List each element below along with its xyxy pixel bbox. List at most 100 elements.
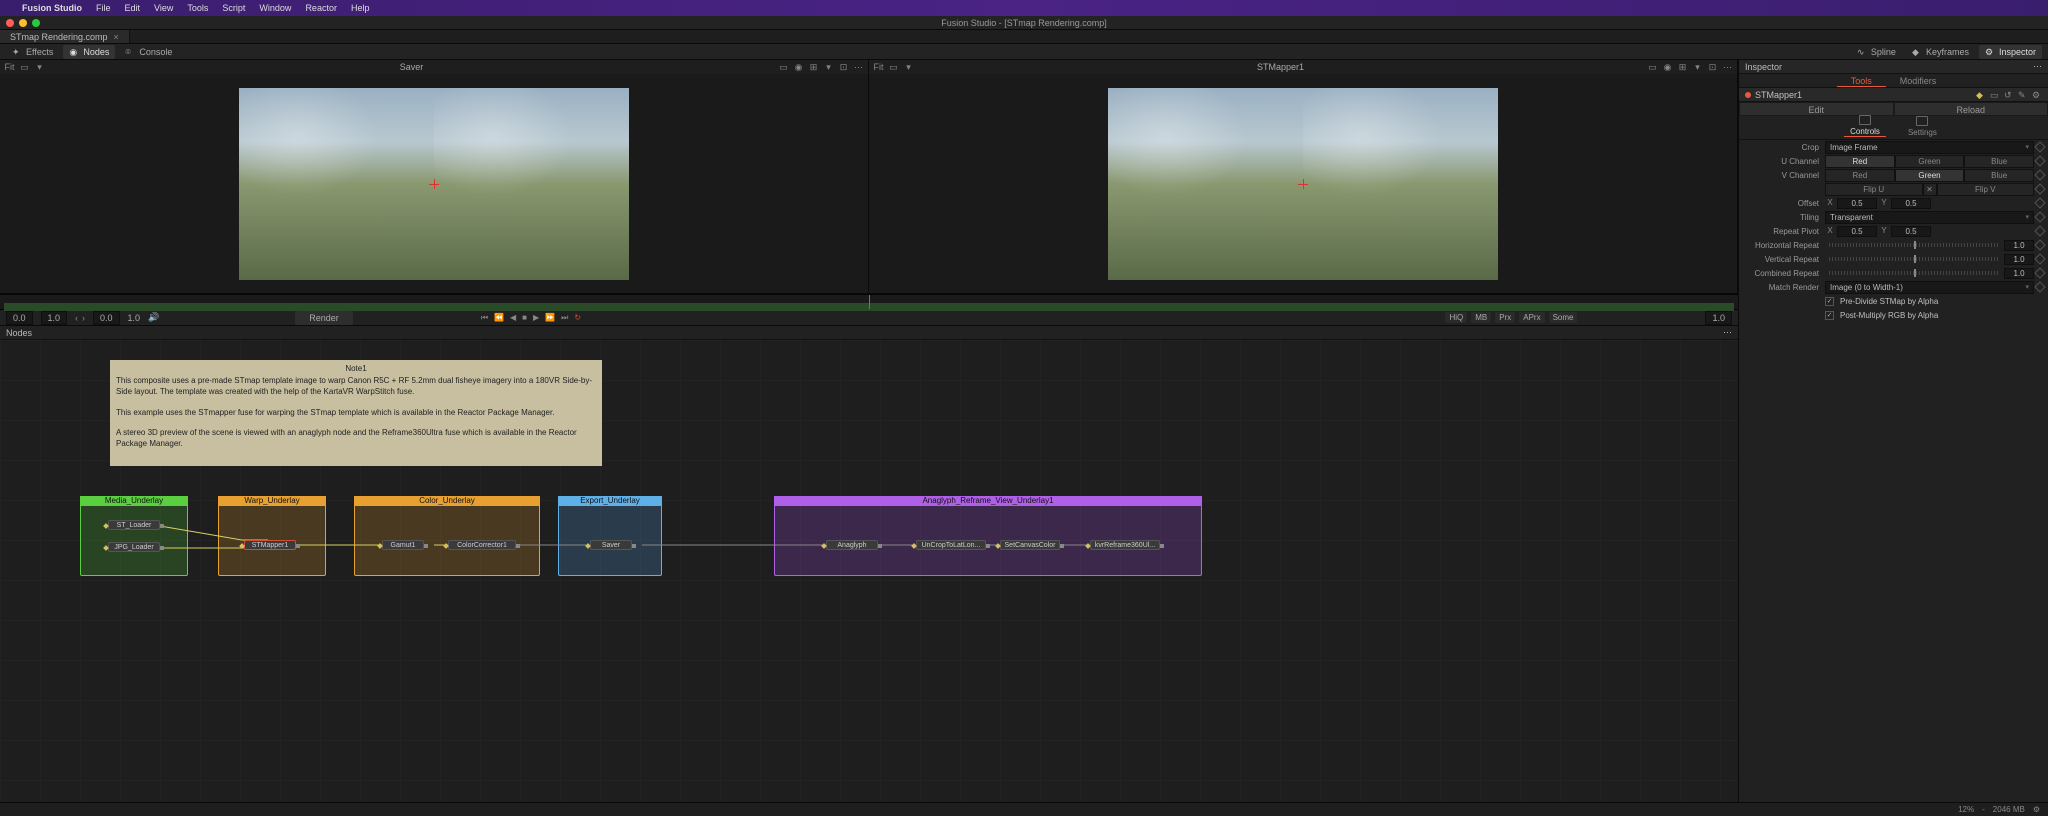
layout-icon[interactable]: ▭	[19, 62, 30, 73]
node-uncrop[interactable]: UnCropToLatLon...	[916, 540, 986, 550]
some-toggle[interactable]: Some	[1549, 312, 1578, 323]
crep-slider[interactable]	[1829, 271, 1998, 275]
settings-icon[interactable]: ⚙	[2032, 90, 2042, 100]
repeat-pivot-x[interactable]: 0.5	[1837, 226, 1877, 237]
range-out[interactable]: 1.0	[41, 311, 68, 325]
minimize-window-icon[interactable]	[19, 19, 27, 27]
tab-stmap-rendering[interactable]: STmap Rendering.comp ×	[0, 30, 130, 43]
snapshot-icon[interactable]: ⊞	[1677, 62, 1688, 73]
audio-icon[interactable]: 🔊	[148, 312, 159, 323]
flow-canvas[interactable]: Note1 This composite uses a pre-made STm…	[0, 340, 1738, 802]
stereo-icon[interactable]: ◉	[793, 62, 804, 73]
view-options-icon[interactable]: ▾	[34, 62, 45, 73]
next-key-icon[interactable]: ›	[82, 313, 85, 323]
viewer-left-canvas[interactable]	[0, 74, 868, 293]
playhead[interactable]	[869, 295, 870, 309]
node-gamut[interactable]: Gamut1	[382, 540, 424, 550]
keyframe-icon[interactable]	[2034, 141, 2045, 152]
node-jpg-loader[interactable]: JPG_Loader	[108, 542, 160, 552]
underlay-color[interactable]: Color_Underlay	[354, 496, 540, 576]
timeline[interactable]	[0, 294, 1738, 310]
maximize-window-icon[interactable]	[32, 19, 40, 27]
keyframe-icon[interactable]	[2034, 155, 2045, 166]
range-start[interactable]: 0.0	[6, 311, 33, 325]
node-stmapper[interactable]: STMapper1	[244, 540, 296, 550]
menu-edit[interactable]: Edit	[125, 3, 141, 13]
keyframe-icon[interactable]	[2034, 197, 2045, 208]
spline-mode-button[interactable]: ∿Spline	[1851, 45, 1902, 59]
menu-reactor[interactable]: Reactor	[305, 3, 337, 13]
node-anaglyph[interactable]: Anaglyph	[826, 540, 878, 550]
inspector-options-icon[interactable]: ⋯	[2033, 61, 2042, 72]
match-select[interactable]: Image (0 to Width-1)	[1825, 281, 2034, 294]
close-window-icon[interactable]	[6, 19, 14, 27]
reload-button[interactable]: Reload	[1894, 102, 2048, 116]
subtab-settings[interactable]: Settings	[1902, 116, 1943, 137]
lut-icon[interactable]: ▾	[1692, 62, 1703, 73]
uchannel-segmented[interactable]: RedGreenBlue	[1825, 155, 2034, 168]
tab-modifiers[interactable]: Modifiers	[1886, 74, 1951, 87]
fit-dropdown[interactable]: Fit	[4, 62, 15, 73]
versions-icon[interactable]: ▭	[1990, 90, 2000, 100]
console-mode-button[interactable]: ⌾Console	[119, 45, 178, 59]
close-tab-icon[interactable]: ×	[114, 32, 119, 42]
step-back-icon[interactable]: ⏪	[494, 313, 504, 322]
flip-segmented[interactable]: Flip U✕Flip V	[1825, 183, 2034, 196]
options-icon[interactable]: ⋯	[853, 62, 864, 73]
underlay-warp[interactable]: Warp_Underlay	[218, 496, 326, 576]
hrep-slider[interactable]	[1829, 243, 1998, 247]
node-colorcorrector[interactable]: ColorCorrector1	[448, 540, 516, 550]
step-forward-icon[interactable]: ⏩	[545, 313, 555, 322]
keyframe-icon[interactable]	[2034, 267, 2045, 278]
underlay-anaglyph[interactable]: Anaglyph_Reframe_View_Underlay1	[774, 496, 1202, 576]
nodes-options-icon[interactable]: ⋯	[1723, 327, 1732, 338]
menu-window[interactable]: Window	[259, 3, 291, 13]
repeat-pivot-y[interactable]: 0.5	[1891, 226, 1931, 237]
nodes-mode-button[interactable]: ◉Nodes	[63, 45, 115, 59]
crop-select[interactable]: Image Frame	[1825, 141, 2034, 154]
current-frame[interactable]: 0.0	[93, 311, 120, 325]
crep-value[interactable]: 1.0	[2004, 268, 2034, 279]
keyframe-icon[interactable]	[2034, 239, 2045, 250]
keyframe-icon[interactable]	[2034, 253, 2045, 264]
node-setcanvas[interactable]: SetCanvasColor	[1000, 540, 1060, 550]
layout-icon[interactable]: ▭	[888, 62, 899, 73]
aprx-toggle[interactable]: APrx	[1519, 312, 1544, 323]
hiq-toggle[interactable]: HiQ	[1445, 312, 1467, 323]
pin-icon[interactable]: ◆	[1976, 90, 1986, 100]
keyframe-icon[interactable]	[2034, 225, 2045, 236]
menu-help[interactable]: Help	[351, 3, 370, 13]
total-frames[interactable]: 1.0	[1705, 311, 1732, 325]
offset-y[interactable]: 0.5	[1891, 198, 1931, 209]
loop-icon[interactable]: ↻	[574, 313, 581, 322]
hrep-value[interactable]: 1.0	[2004, 240, 2034, 251]
menu-script[interactable]: Script	[222, 3, 245, 13]
vchannel-segmented[interactable]: RedGreenBlue	[1825, 169, 2034, 182]
node-saver[interactable]: Saver	[590, 540, 632, 550]
stereo-icon[interactable]: ◉	[1662, 62, 1673, 73]
keyframe-icon[interactable]	[2034, 183, 2045, 194]
play-forward-icon[interactable]: ▶	[533, 313, 539, 322]
underlay-media[interactable]: Media_Underlay	[80, 496, 188, 576]
viewer-right-canvas[interactable]	[869, 74, 1737, 293]
options-icon[interactable]: ⋯	[1722, 62, 1733, 73]
predivide-checkbox[interactable]: ✓	[1825, 297, 1834, 306]
play-back-icon[interactable]: ◀	[510, 313, 516, 322]
offset-x[interactable]: 0.5	[1837, 198, 1877, 209]
subtab-controls[interactable]: Controls	[1844, 115, 1886, 137]
node-reframe[interactable]: kvrReframe360Ul...	[1090, 540, 1160, 550]
keyframe-icon[interactable]	[2034, 169, 2045, 180]
prx-toggle[interactable]: Prx	[1495, 312, 1515, 323]
snapshot-icon[interactable]: ⊞	[808, 62, 819, 73]
reset-icon[interactable]: ↺	[2004, 90, 2014, 100]
menu-file[interactable]: File	[96, 3, 111, 13]
keyframe-icon[interactable]	[2034, 211, 2045, 222]
keyframes-mode-button[interactable]: ◆Keyframes	[1906, 45, 1975, 59]
inspector-mode-button[interactable]: ⚙Inspector	[1979, 45, 2042, 59]
node-st-loader[interactable]: ST_Loader	[108, 520, 160, 530]
menu-tools[interactable]: Tools	[187, 3, 208, 13]
sticky-note[interactable]: Note1 This composite uses a pre-made STm…	[110, 360, 602, 466]
tab-tools[interactable]: Tools	[1837, 74, 1886, 87]
app-name[interactable]: Fusion Studio	[22, 3, 82, 13]
render-button[interactable]: Render	[295, 311, 353, 325]
